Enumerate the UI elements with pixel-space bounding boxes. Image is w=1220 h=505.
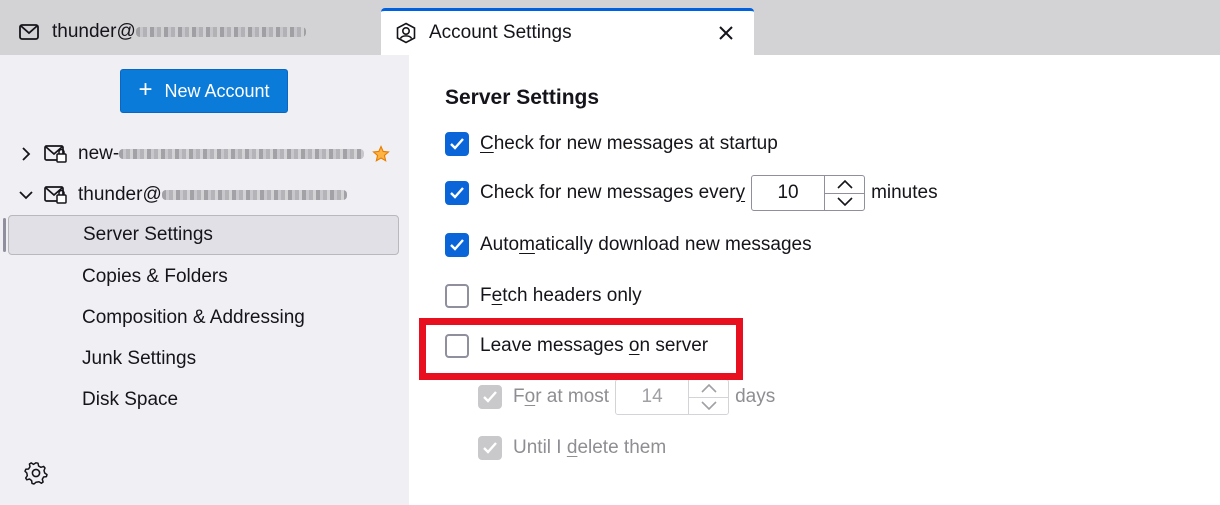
highlight-annotation-box <box>419 318 743 380</box>
account-sidebar: + New Account new- thunder@ Server Setti… <box>0 55 409 505</box>
option-check-every[interactable]: Check for new messages every 10 minutes <box>445 175 938 211</box>
checkbox-fetch-headers[interactable] <box>445 284 469 308</box>
settings-pane: Server Settings Check for new messages a… <box>409 55 1220 505</box>
account-settings-icon <box>395 22 417 44</box>
account-row-new[interactable]: new- <box>18 138 398 170</box>
tab-account-settings[interactable]: Account Settings <box>381 8 754 55</box>
account-name: thunder@ <box>78 184 162 205</box>
sidebar-item-disk-space[interactable]: Disk Space <box>8 380 399 420</box>
sidebar-item-copies-folders[interactable]: Copies & Folders <box>8 257 399 297</box>
option-until-delete: Until I delete them <box>478 436 666 460</box>
mail-account-icon <box>44 184 68 206</box>
checkbox-check-startup[interactable] <box>445 132 469 156</box>
sidebar-item-server-settings[interactable]: Server Settings <box>8 215 399 255</box>
option-auto-download[interactable]: Automatically download new messages <box>445 233 812 257</box>
option-label: Until I delete them <box>513 437 667 458</box>
checkbox-check-every[interactable] <box>445 181 469 205</box>
tab-account-settings-label: Account Settings <box>429 22 572 43</box>
sidebar-item-composition-addressing[interactable]: Composition & Addressing <box>8 298 399 338</box>
sidebar-item-label: Junk Settings <box>82 348 197 369</box>
option-for-at-most: For at most 14 days <box>478 379 775 415</box>
minutes-label: minutes <box>871 182 938 203</box>
sidebar-item-label: Disk Space <box>82 389 179 410</box>
redacted-account <box>161 190 347 200</box>
tab-bar: thunder@ Account Settings <box>0 0 1220 55</box>
option-fetch-headers[interactable]: Fetch headers only <box>445 284 642 308</box>
chevron-down-icon[interactable] <box>18 187 34 203</box>
section-title: Server Settings <box>445 86 600 109</box>
check-interval-value[interactable]: 10 <box>752 176 824 210</box>
sidebar-item-label: Copies & Folders <box>82 266 228 287</box>
check-interval-stepper[interactable]: 10 <box>751 175 866 211</box>
selection-indicator <box>3 218 6 252</box>
days-value: 14 <box>641 386 663 407</box>
mail-envelope-icon <box>18 21 40 43</box>
chevron-down-icon <box>689 396 729 415</box>
days-label: days <box>735 386 776 407</box>
tab-mail[interactable]: thunder@ <box>0 8 378 55</box>
sidebar-item-junk-settings[interactable]: Junk Settings <box>8 339 399 379</box>
plus-icon: + <box>138 75 153 103</box>
account-row-thunder[interactable]: thunder@ <box>18 179 398 211</box>
days-stepper: 14 <box>615 379 730 415</box>
sidebar-item-label: Server Settings <box>83 224 213 245</box>
option-label: Check for new messages at startup <box>480 133 778 154</box>
new-account-label: New Account <box>164 80 270 101</box>
checkbox-for-at-most <box>478 385 502 409</box>
option-label: Check for new messages every <box>480 182 746 203</box>
redacted-account <box>119 149 365 159</box>
chevron-up-icon[interactable] <box>825 176 864 193</box>
mail-account-icon <box>44 143 68 165</box>
chevron-right-icon[interactable] <box>18 146 34 162</box>
tab-mail-label: thunder@ <box>52 20 136 42</box>
option-check-startup[interactable]: Check for new messages at startup <box>445 132 778 156</box>
checkbox-until-delete <box>478 436 502 460</box>
new-account-button[interactable]: + New Account <box>120 69 288 113</box>
checkbox-auto-download[interactable] <box>445 233 469 257</box>
redacted-address <box>135 26 306 37</box>
gear-icon[interactable] <box>24 461 48 485</box>
close-icon[interactable] <box>714 21 738 45</box>
option-label: For at most <box>513 386 610 407</box>
sidebar-item-label: Composition & Addressing <box>82 307 305 328</box>
account-name: new- <box>78 143 120 164</box>
option-label: Automatically download new messages <box>480 234 812 255</box>
option-label: Fetch headers only <box>480 285 642 306</box>
star-icon <box>372 145 390 163</box>
chevron-down-icon[interactable] <box>825 192 865 211</box>
chevron-up-icon <box>689 380 728 397</box>
